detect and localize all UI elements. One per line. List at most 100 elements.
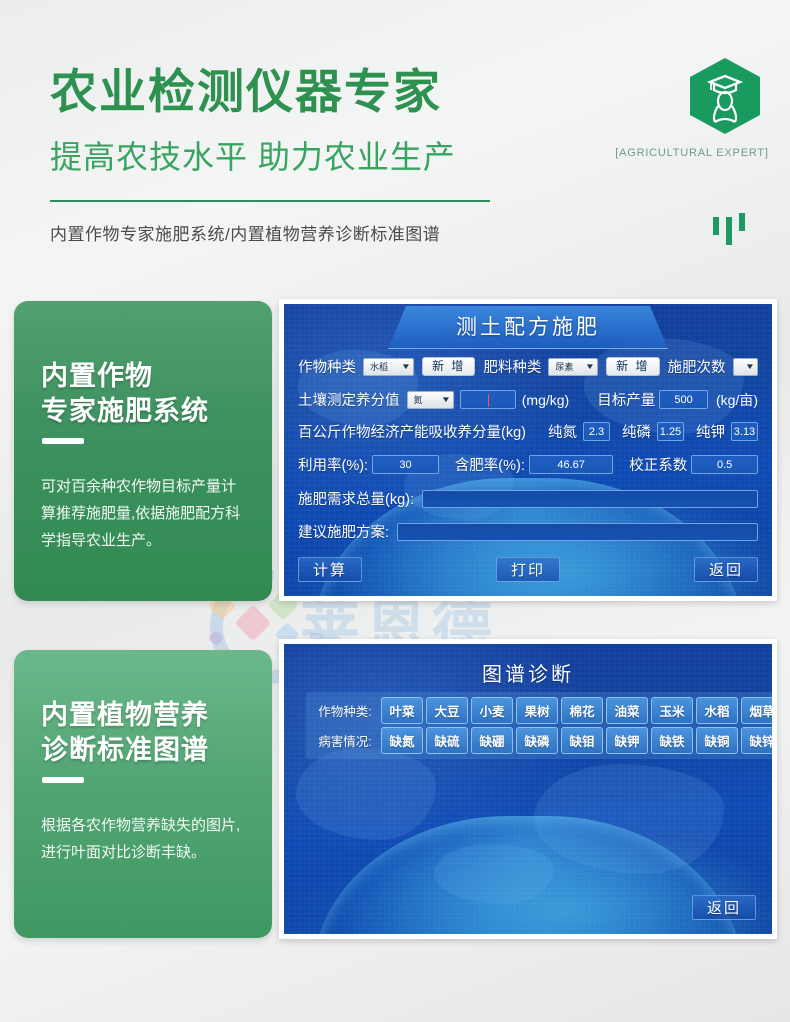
disease-cell[interactable]: 缺铁 xyxy=(651,727,693,754)
table-row-crops: 作物种类: 叶菜 大豆 小麦 果树 棉花 油菜 玉米 水稻 烟草 xyxy=(312,697,772,724)
crop-cell[interactable]: 大豆 xyxy=(426,697,468,724)
disease-cell[interactable]: 缺氮 xyxy=(381,727,423,754)
crop-type-select[interactable]: 水稻 ▼ xyxy=(363,357,414,376)
header-divider xyxy=(50,200,490,202)
target-yield-input[interactable]: 500 xyxy=(659,390,708,409)
fertilizer-content-input[interactable]: 46.67 xyxy=(528,455,614,474)
crop-cell[interactable]: 烟草 xyxy=(741,697,772,724)
pure-p-input[interactable]: 1.25 xyxy=(656,422,684,441)
card-accent-bar xyxy=(42,777,84,783)
crop-cell[interactable]: 小麦 xyxy=(471,697,513,724)
disease-cell[interactable]: 缺硼 xyxy=(471,727,513,754)
suggestion-label: 建议施肥方案: xyxy=(298,525,390,541)
screenshot-fertilizer-app: 测土配方施肥 作物种类 水稻 ▼ 新 增 肥料种类 尿素 ▼ 新 增 施肥次数 … xyxy=(279,299,777,601)
pure-n-input[interactable]: 2.3 xyxy=(582,422,610,441)
calculate-button[interactable]: 计算 xyxy=(298,557,363,582)
panel1-button-bar: 计算 打印 返回 xyxy=(298,557,758,582)
pure-p-label: 纯磷 xyxy=(621,425,651,441)
card-title-line1: 内置植物营养 xyxy=(41,700,209,730)
graduate-figure-icon xyxy=(706,74,744,123)
fertilize-times-select[interactable]: ▼ xyxy=(732,357,758,376)
back-button[interactable]: 返回 xyxy=(693,557,758,582)
form-row-suggestion: 建议施肥方案: xyxy=(298,521,758,542)
disease-cell[interactable]: 缺硫 xyxy=(426,727,468,754)
card-description: 可对百余种农作物目标产量计算推荐施肥量,依据施肥配方科学指导农业生产。 xyxy=(41,478,241,549)
print-button[interactable]: 打印 xyxy=(495,557,560,582)
disease-cell[interactable]: 缺钼 xyxy=(561,727,603,754)
crop-cell[interactable]: 油菜 xyxy=(606,697,648,724)
crop-cell[interactable]: 棉花 xyxy=(561,697,603,724)
form-row-rates: 利用率(%): 30 含肥率(%): 46.67 校正系数 0.5 xyxy=(298,454,758,475)
fertilizer-type-value: 尿素 xyxy=(555,361,574,372)
correction-factor-input[interactable]: 0.5 xyxy=(691,455,758,474)
page-title: 农业检测仪器专家 xyxy=(50,65,442,118)
disease-cell[interactable]: 缺磷 xyxy=(516,727,558,754)
fertilizer-type-label: 肥料种类 xyxy=(483,360,542,376)
fertilize-times-label: 施肥次数 xyxy=(667,360,726,376)
card-title: 内置植物营养 诊断标准图谱 xyxy=(41,698,209,768)
hexagon-graduate-icon xyxy=(690,58,760,134)
use-rate-label: 利用率(%): xyxy=(298,458,369,474)
pure-k-label: 纯钾 xyxy=(695,425,725,441)
page-subtitle: 提高农技水平 助力农业生产 xyxy=(50,139,456,175)
form-row-soil-target: 土壤测定养分值 氮 ▼ (mg/kg) 目标产量 500 (kg/亩) xyxy=(298,389,758,410)
chevron-down-icon: ▼ xyxy=(441,394,452,404)
form-row-nutrient-uptake: 百公斤作物经济产能吸收养分量(kg) 纯氮 2.3 纯磷 1.25 纯钾 3.1… xyxy=(298,421,758,442)
form-row-total-demand: 施肥需求总量(kg): xyxy=(298,488,758,509)
card-title: 内置作物 专家施肥系统 xyxy=(41,359,209,429)
crop-row-label: 作物种类: xyxy=(318,705,372,719)
feature-card-fertilizer: 内置作物 专家施肥系统 可对百余种农作物目标产量计算推荐施肥量,依据施肥配方科学… xyxy=(14,301,272,601)
back-button[interactable]: 返回 xyxy=(691,895,756,920)
soil-measure-input[interactable] xyxy=(460,390,516,409)
crop-type-label: 作物种类 xyxy=(298,360,356,376)
crop-cell[interactable]: 玉米 xyxy=(651,697,693,724)
disease-cell[interactable]: 缺钾 xyxy=(606,727,648,754)
uptake-label: 百公斤作物经济产能吸收养分量(kg) xyxy=(298,425,526,441)
disease-row-label: 病害情况: xyxy=(318,735,372,749)
panel-title: 图谱诊断 xyxy=(482,664,574,686)
card-title-line2: 诊断标准图谱 xyxy=(41,735,209,765)
feature-card-diagnosis: 内置植物营养 诊断标准图谱 根据各农作物营养缺失的图片,进行叶面对比诊断丰缺。 xyxy=(14,650,272,938)
suggestion-input[interactable] xyxy=(397,522,758,541)
fertilizer-add-button[interactable]: 新 增 xyxy=(606,357,660,376)
disease-cell[interactable]: 缺铜 xyxy=(696,727,738,754)
header-description: 内置作物专家施肥系统/内置植物营养诊断标准图谱 xyxy=(50,225,441,244)
page-header: 农业检测仪器专家 提高农技水平 助力农业生产 内置作物专家施肥系统/内置植物营养… xyxy=(0,0,790,285)
text-cursor xyxy=(488,394,489,407)
chevron-down-icon: ▼ xyxy=(585,361,596,371)
crop-cell[interactable]: 果树 xyxy=(516,697,558,724)
soil-nutrient-label: 土壤测定养分值 xyxy=(298,393,400,409)
card-description: 根据各农作物营养缺失的图片,进行叶面对比诊断丰缺。 xyxy=(41,817,241,861)
panel-title: 测土配方施肥 xyxy=(388,306,668,349)
correction-factor-label: 校正系数 xyxy=(629,458,688,474)
screenshot-diagnosis-app: 图谱诊断 作物种类: 叶菜 大豆 小麦 果树 棉花 油菜 玉米 水稻 烟草 病害… xyxy=(279,639,777,939)
diagnosis-table: 作物种类: 叶菜 大豆 小麦 果树 棉花 油菜 玉米 水稻 烟草 病害情况: 缺… xyxy=(306,692,772,759)
chevron-down-icon: ▼ xyxy=(400,361,412,371)
unit-kgmu-label: (kg/亩) xyxy=(716,391,758,408)
unit-mgkg-label: (mg/kg) xyxy=(521,391,570,408)
diamond-shape xyxy=(207,629,225,647)
disease-cell[interactable]: 缺锌 xyxy=(741,727,772,754)
nutrient-value: 氮 xyxy=(413,394,423,405)
use-rate-input[interactable]: 30 xyxy=(372,455,439,474)
nutrient-select[interactable]: 氮 ▼ xyxy=(406,390,455,409)
table-row-diseases: 病害情况: 缺氮 缺硫 缺硼 缺磷 缺钼 缺钾 缺铁 缺铜 缺锌 xyxy=(312,727,772,754)
fertilizer-content-label: 含肥率(%): xyxy=(454,458,525,474)
green-bars-decoration xyxy=(713,213,747,245)
crop-add-button[interactable]: 新 增 xyxy=(421,357,476,376)
diamond-shape xyxy=(234,604,272,642)
logo-tagline: [AGRICULTURAL EXPERT] xyxy=(615,147,769,159)
card-accent-bar xyxy=(42,438,84,444)
fertilizer-type-select[interactable]: 尿素 ▼ xyxy=(548,357,599,376)
chevron-down-icon: ▼ xyxy=(744,361,756,371)
form-row-crop-fertilizer: 作物种类 水稻 ▼ 新 增 肥料种类 尿素 ▼ 新 增 施肥次数 ▼ xyxy=(298,356,758,377)
pure-k-input[interactable]: 3.13 xyxy=(730,422,758,441)
card-title-line1: 内置作物 xyxy=(41,361,153,391)
pure-n-label: 纯氮 xyxy=(547,425,577,441)
crop-cell[interactable]: 叶菜 xyxy=(381,697,423,724)
target-yield-label: 目标产量 xyxy=(597,393,656,409)
total-demand-input[interactable] xyxy=(422,489,758,508)
crop-type-value: 水稻 xyxy=(370,361,389,372)
crop-cell[interactable]: 水稻 xyxy=(696,697,738,724)
total-demand-label: 施肥需求总量(kg): xyxy=(298,492,414,508)
